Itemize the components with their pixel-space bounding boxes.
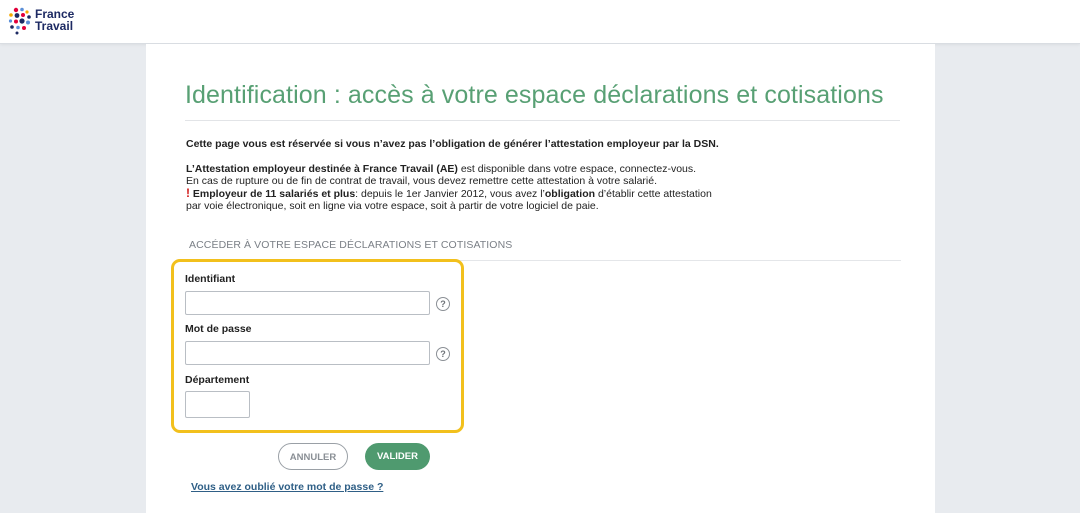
- intro-employer-bold: Employeur de 11 salariés et plus: [190, 188, 356, 200]
- intro-ae-rest: est disponible dans votre espace, connec…: [457, 163, 697, 175]
- password-input[interactable]: [185, 341, 430, 365]
- title-divider: [185, 120, 900, 121]
- intro-employer-end: d’établir cette attestation: [595, 188, 712, 200]
- brand-wordmark: France Travail: [35, 8, 74, 32]
- brand-line-2: Travail: [35, 19, 74, 33]
- section-heading: ACCÉDER À VOTRE ESPACE DÉCLARATIONS ET C…: [189, 239, 513, 251]
- intro-ae-bold: L’Attestation employeur destinée à Franc…: [186, 163, 458, 175]
- identifiant-label: Identifiant: [185, 273, 236, 285]
- intro-employer-line: ! Employeur de 11 salariés et plus: depu…: [186, 187, 886, 200]
- intro-obligation-bold: obligation: [544, 188, 596, 200]
- departement-input[interactable]: [185, 391, 250, 418]
- forgot-password-link[interactable]: Vous avez oublié votre mot de passe ?: [191, 481, 383, 493]
- identifiant-input[interactable]: [185, 291, 430, 315]
- intro-lead: Cette page vous est réservée si vous n’a…: [186, 138, 719, 150]
- page-title: Identification : accès à votre espace dé…: [185, 81, 884, 109]
- top-header: France Travail: [0, 0, 1080, 44]
- france-travail-dots-logo-icon: [8, 7, 31, 35]
- cancel-button[interactable]: ANNULER: [278, 443, 348, 470]
- password-label: Mot de passe: [185, 323, 252, 335]
- intro-employer-mid: : depuis le 1er Janvier 2012, vous avez …: [355, 188, 545, 200]
- main-panel: Identification : accès à votre espace dé…: [146, 44, 935, 513]
- intro-ae-line: L’Attestation employeur destinée à Franc…: [186, 163, 886, 175]
- login-form-highlight: Identifiant ? Mot de passe ? Département: [171, 259, 464, 433]
- departement-label: Département: [185, 374, 250, 386]
- brand-logo[interactable]: France Travail: [8, 7, 88, 37]
- intro-rupture-line: En cas de rupture ou de fin de contrat d…: [186, 175, 658, 187]
- intro-employer-line-2: par voie électronique, soit en ligne via…: [186, 200, 599, 212]
- intro-text: Cette page vous est réservée si vous n’a…: [186, 138, 886, 212]
- identifiant-help-icon[interactable]: ?: [436, 297, 450, 311]
- password-help-icon[interactable]: ?: [436, 347, 450, 361]
- submit-button[interactable]: VALIDER: [365, 443, 430, 470]
